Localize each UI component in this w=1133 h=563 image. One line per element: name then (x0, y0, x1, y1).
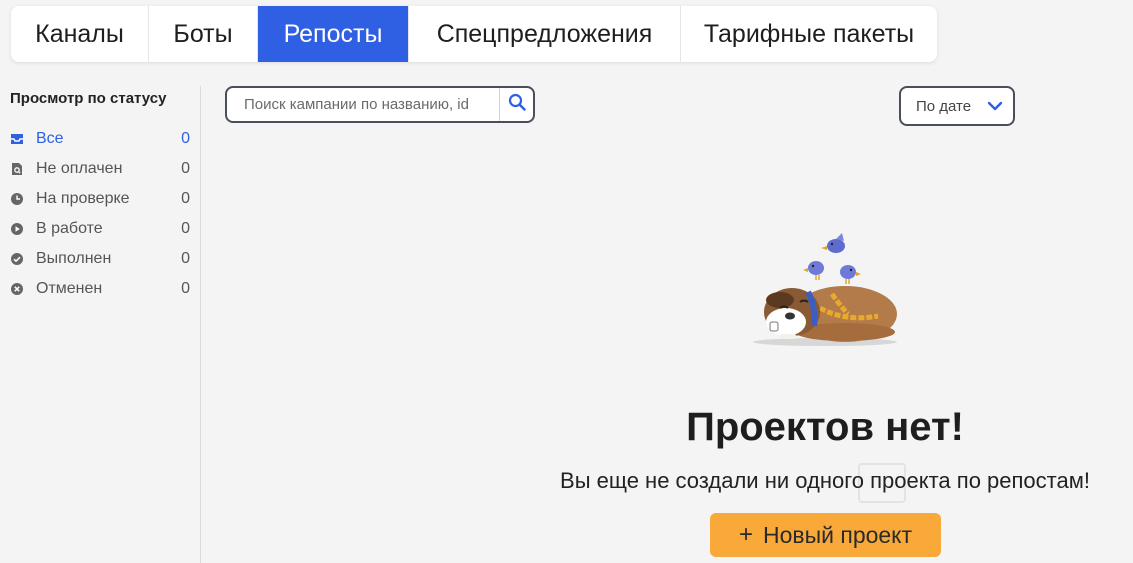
tab-channels[interactable]: Каналы (11, 6, 149, 62)
new-project-label: Новый проект (762, 521, 913, 548)
empty-state-subtitle: Вы еще не создали ни одного проекта по р… (560, 468, 1090, 493)
tab-special-offers[interactable]: Спецпредложения (409, 6, 681, 62)
main-tabs: Каналы Боты Репосты Спецпредложения Тари… (11, 6, 937, 62)
status-label: Отменен (36, 280, 103, 297)
sleeping-dog-illustration (750, 230, 902, 350)
status-item-done[interactable]: Выполнен 0 (10, 244, 190, 274)
status-count: 0 (181, 250, 190, 267)
tab-tariff-packages[interactable]: Тарифные пакеты (681, 6, 937, 62)
chevron-down-icon (987, 99, 1003, 116)
clock-icon (10, 192, 24, 206)
status-sidebar: Просмотр по статусу Все 0 Не оплачен 0 Н… (0, 86, 201, 563)
status-count: 0 (181, 160, 190, 177)
search-input[interactable] (227, 95, 499, 114)
search-box (225, 86, 535, 123)
status-label: Все (36, 130, 64, 147)
status-item-all[interactable]: Все 0 (10, 124, 190, 154)
status-label: Не оплачен (36, 160, 123, 177)
sidebar-title: Просмотр по статусу (10, 90, 167, 107)
status-item-review[interactable]: На проверке 0 (10, 184, 190, 214)
x-circle-icon (10, 282, 24, 296)
status-count: 0 (181, 130, 190, 147)
search-button[interactable] (500, 88, 533, 121)
new-project-button[interactable]: + Новый проект (710, 513, 941, 557)
check-circle-icon (10, 252, 24, 266)
sort-value: По дате (916, 97, 972, 115)
status-label: Выполнен (36, 250, 112, 267)
play-icon (10, 222, 24, 236)
status-count: 0 (181, 190, 190, 207)
empty-state-title: Проектов нет! (686, 405, 964, 449)
sort-select[interactable]: По дате (899, 86, 1015, 126)
document-search-icon (10, 162, 24, 176)
status-item-unpaid[interactable]: Не оплачен 0 (10, 154, 190, 184)
tab-bots[interactable]: Боты (149, 6, 258, 62)
status-list: Все 0 Не оплачен 0 На проверке 0 В работ… (10, 124, 190, 304)
status-count: 0 (181, 280, 190, 297)
tab-reposts[interactable]: Репосты (258, 6, 409, 62)
status-count: 0 (181, 220, 190, 237)
status-item-cancelled[interactable]: Отменен 0 (10, 274, 190, 304)
inbox-icon (10, 132, 24, 146)
search-icon (508, 93, 526, 116)
status-label: В работе (36, 220, 103, 237)
status-item-in-progress[interactable]: В работе 0 (10, 214, 190, 244)
status-label: На проверке (36, 190, 130, 207)
plus-icon: + (738, 521, 753, 548)
